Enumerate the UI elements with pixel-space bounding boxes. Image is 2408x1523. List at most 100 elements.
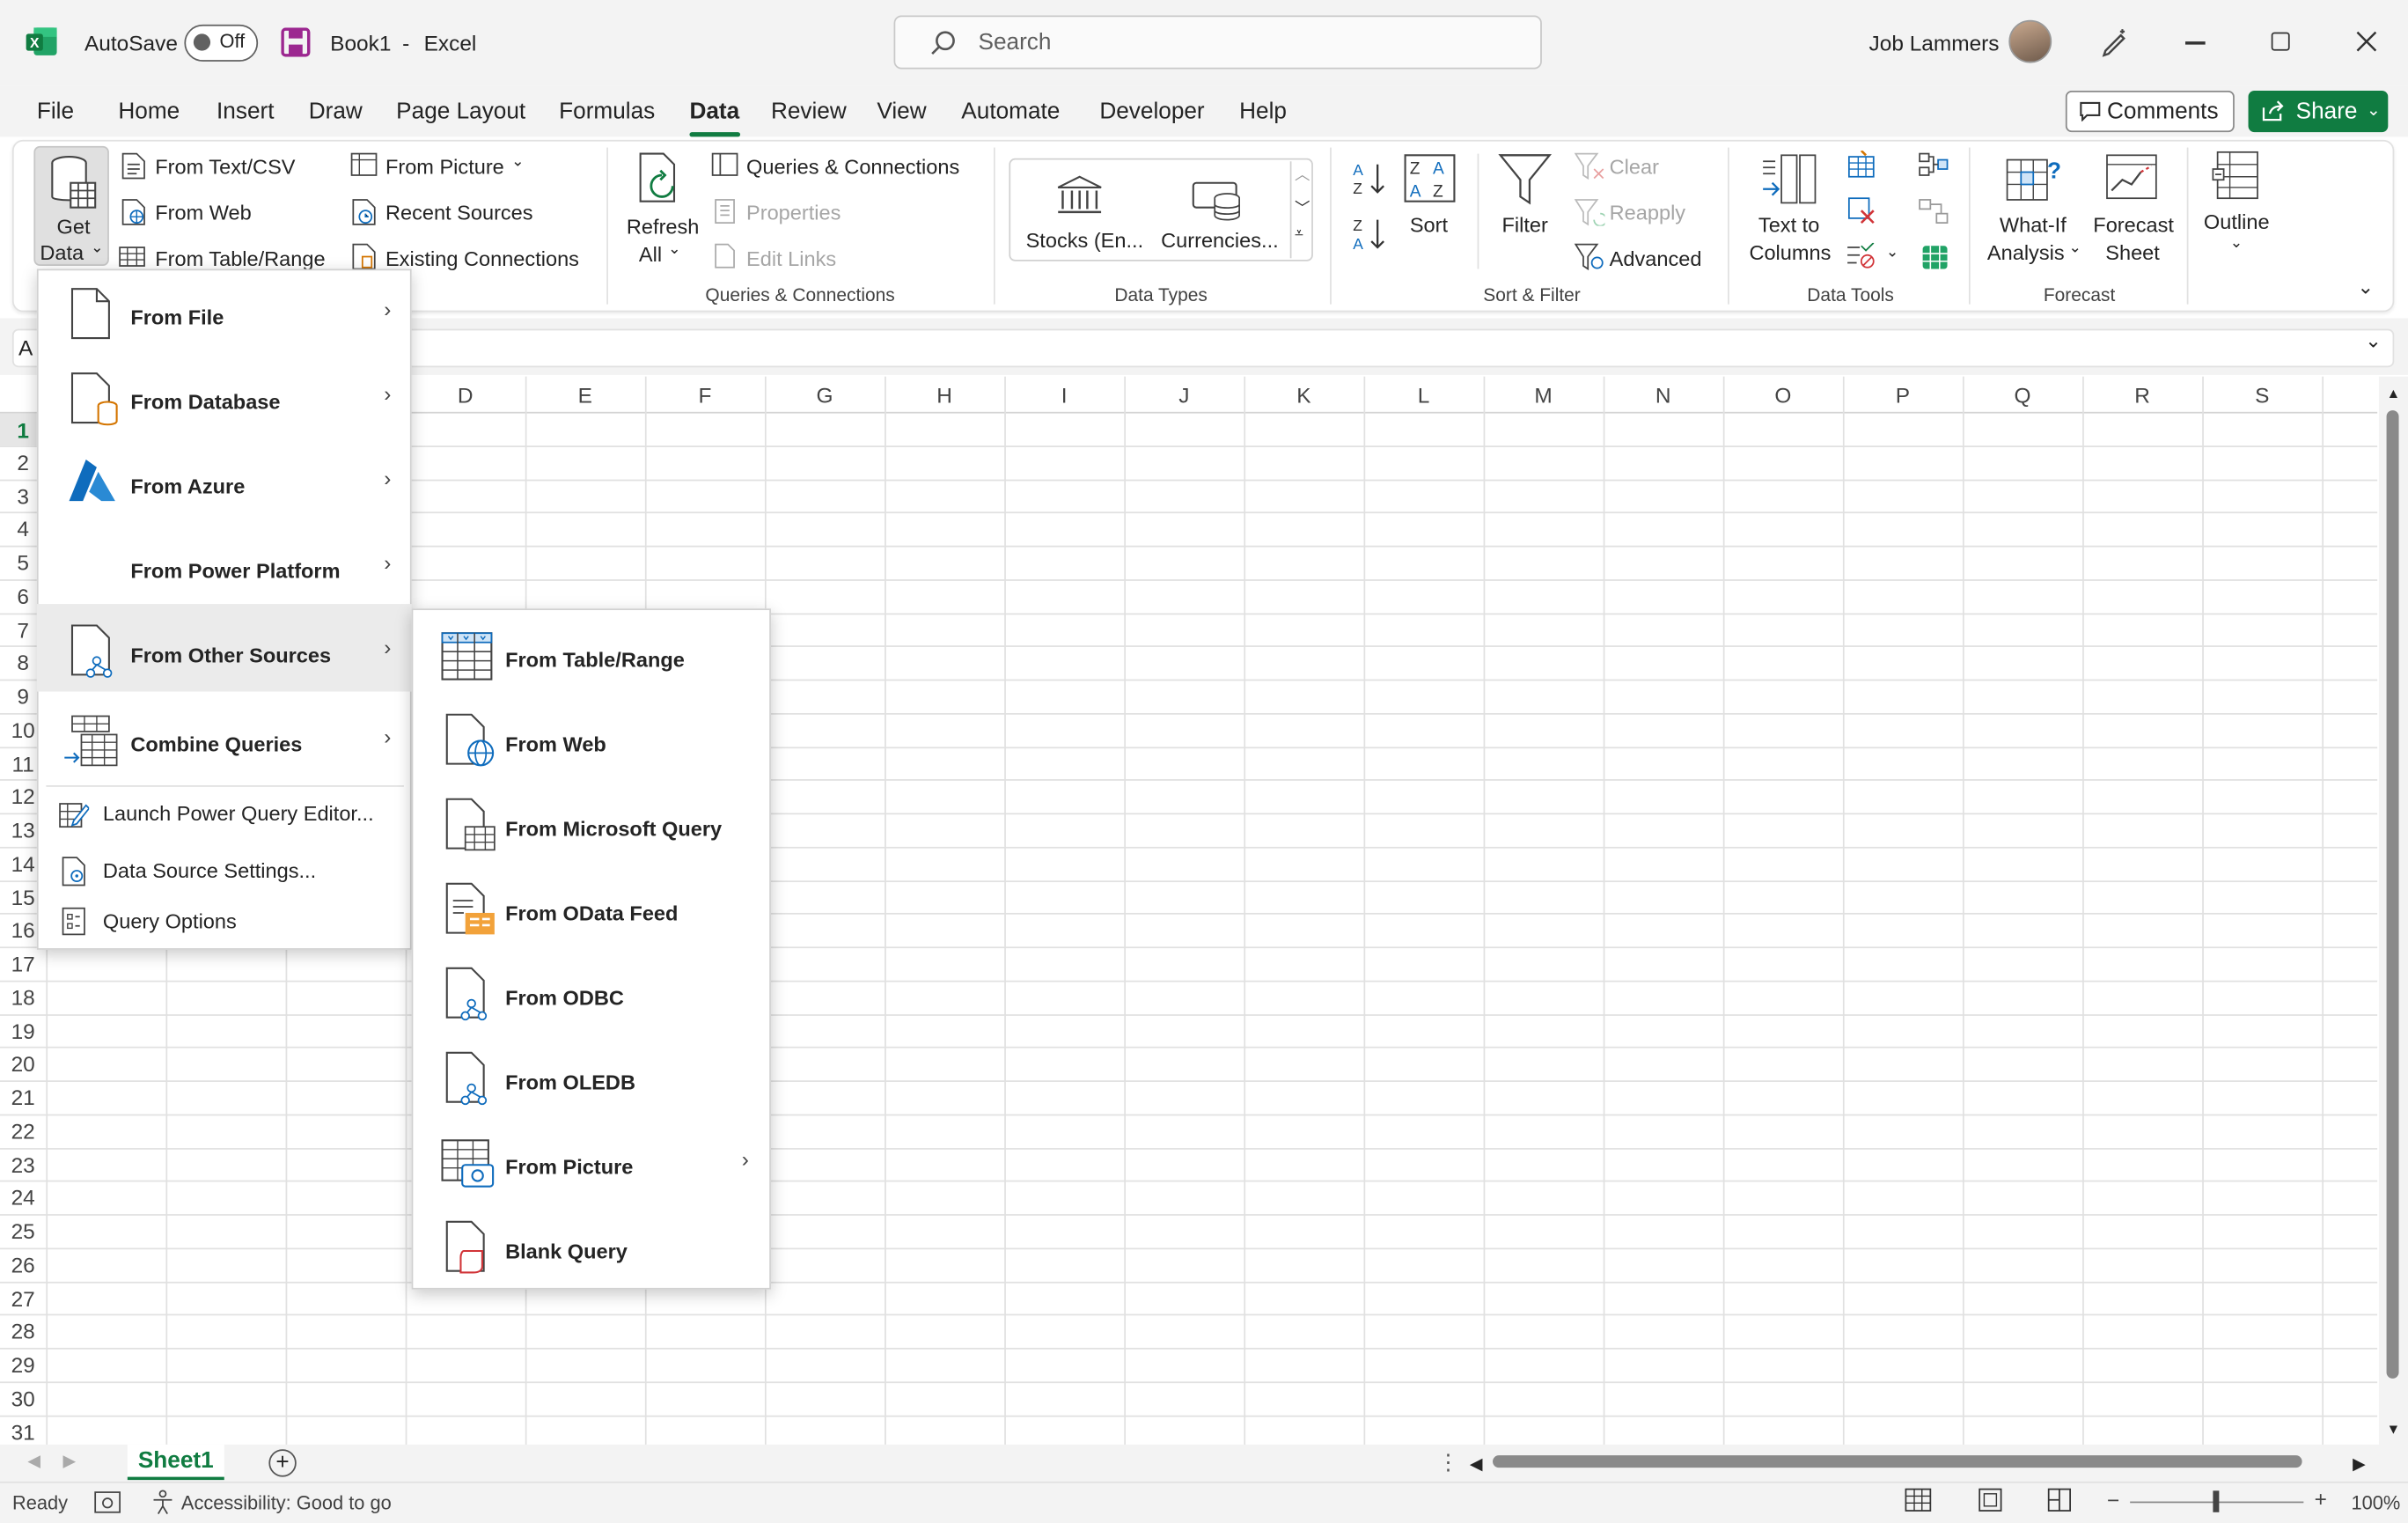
zoom-slider-thumb[interactable] [2213, 1490, 2220, 1512]
row-header-22[interactable]: 22 [3, 1119, 42, 1144]
sort-z-a-icon[interactable]: ZA [1352, 215, 1389, 252]
submenu-item-from-odata-feed[interactable]: From OData Feed [412, 870, 771, 954]
chevron-down-icon[interactable]: ⌄ [668, 241, 681, 258]
scroll-right-icon[interactable]: ▶ [2353, 1453, 2366, 1474]
row-header-24[interactable]: 24 [3, 1185, 42, 1210]
submenu-item-from-odbc[interactable]: From ODBC [412, 954, 771, 1039]
column-header-s[interactable]: S [2247, 383, 2278, 408]
column-header-f[interactable]: F [689, 383, 720, 408]
from-picture-button[interactable]: From Picture [385, 155, 504, 178]
comments-button[interactable]: Comments [2065, 90, 2235, 133]
column-header-h[interactable]: H [929, 383, 960, 408]
refresh-line2[interactable]: All [639, 243, 662, 266]
text-to-columns-line2[interactable]: Columns [1749, 241, 1831, 264]
row-header-23[interactable]: 23 [3, 1151, 42, 1176]
advanced-button[interactable]: Advanced [1610, 247, 1702, 270]
add-sheet-icon[interactable]: + [268, 1449, 297, 1477]
column-header-o[interactable]: O [1767, 383, 1798, 408]
normal-view-icon[interactable] [1905, 1488, 1932, 1512]
avatar[interactable] [2008, 19, 2052, 63]
user-name[interactable]: Job Lammers [1869, 31, 2000, 55]
row-header-28[interactable]: 28 [3, 1319, 42, 1343]
tab-view[interactable]: View [877, 99, 926, 125]
more-options-icon[interactable]: ⋮ [1437, 1449, 1458, 1475]
scroll-down-icon[interactable]: ▼ [2387, 1422, 2401, 1437]
column-header-p[interactable]: P [1887, 383, 1918, 408]
tab-review[interactable]: Review [771, 99, 847, 125]
manage-data-model-icon[interactable] [1920, 243, 1950, 270]
get-data-button[interactable]: Get Data ⌄ [33, 145, 109, 267]
tab-developer[interactable]: Developer [1099, 99, 1204, 125]
menu-item-combine-queries[interactable]: Combine Queries › [37, 701, 412, 785]
search-box[interactable]: Search [893, 15, 1542, 70]
tab-formulas[interactable]: Formulas [559, 99, 655, 125]
copilot-pen-icon[interactable] [2099, 26, 2130, 57]
stocks-button[interactable]: Stocks (En... [1026, 229, 1144, 252]
chevron-down-icon[interactable]: ⌄ [2230, 235, 2243, 252]
next-sheet-icon[interactable]: ▶ [63, 1451, 77, 1471]
zoom-level[interactable]: 100% [2351, 1492, 2400, 1513]
name-box[interactable]: A [18, 335, 33, 360]
row-header-21[interactable]: 21 [3, 1085, 42, 1109]
page-break-view-icon[interactable] [2047, 1488, 2072, 1512]
row-header-19[interactable]: 19 [3, 1019, 42, 1043]
page-layout-view-icon[interactable] [1978, 1488, 2002, 1512]
filter-button[interactable]: Filter [1502, 214, 1548, 237]
prev-sheet-icon[interactable]: ◀ [27, 1451, 40, 1471]
menu-item-from-azure[interactable]: From Azure › [37, 443, 412, 527]
flash-fill-icon[interactable] [1846, 151, 1876, 178]
column-header-i[interactable]: I [1049, 383, 1080, 408]
collapse-ribbon-icon[interactable]: ⌄ [2357, 275, 2374, 299]
existing-connections-button[interactable]: Existing Connections [385, 247, 579, 270]
clear-button[interactable]: Clear [1610, 155, 1659, 178]
row-header-31[interactable]: 31 [3, 1419, 42, 1444]
menu-item-from-power-platform[interactable]: From Power Platform › [37, 527, 412, 612]
tab-automate[interactable]: Automate [961, 99, 1060, 125]
column-header-k[interactable]: K [1288, 383, 1319, 408]
row-header-20[interactable]: 20 [3, 1052, 42, 1077]
tab-draw[interactable]: Draw [309, 99, 363, 125]
chevron-down-icon[interactable]: ⌄ [511, 154, 525, 171]
sort-a-z-icon[interactable]: AZ [1352, 160, 1389, 196]
sort-button[interactable]: Sort [1410, 214, 1448, 237]
restore-icon[interactable] [2271, 32, 2290, 51]
accessibility-icon[interactable] [150, 1490, 177, 1516]
column-header-d[interactable]: D [450, 383, 481, 408]
share-button[interactable]: Share ⌄ [2248, 90, 2389, 133]
submenu-item-from-web[interactable]: From Web [412, 701, 771, 785]
tab-home[interactable]: Home [118, 99, 180, 125]
chevron-down-icon[interactable]: ⌄ [2068, 239, 2081, 256]
minimize-icon[interactable] [2184, 41, 2206, 44]
scroll-left-icon[interactable]: ◀ [1470, 1453, 1483, 1474]
row-header-18[interactable]: 18 [3, 985, 42, 1010]
zoom-in-icon[interactable]: + [2315, 1486, 2327, 1511]
text-to-columns-line1[interactable]: Text to [1758, 214, 1819, 237]
column-header-q[interactable]: Q [2008, 383, 2038, 408]
currencies-button[interactable]: Currencies... [1161, 229, 1279, 252]
relationships-icon[interactable] [1918, 198, 1949, 225]
recent-sources-button[interactable]: Recent Sources [385, 202, 533, 224]
properties-button[interactable]: Properties [746, 202, 841, 224]
from-web-button[interactable]: From Web [155, 202, 252, 224]
column-header-g[interactable]: G [810, 383, 841, 408]
column-header-r[interactable]: R [2127, 383, 2158, 408]
row-header-27[interactable]: 27 [3, 1285, 42, 1310]
column-header-m[interactable]: M [1528, 383, 1559, 408]
save-icon[interactable] [281, 27, 311, 57]
outline-button[interactable]: Outline [2204, 210, 2270, 233]
tab-insert[interactable]: Insert [217, 99, 274, 125]
from-table-range-button[interactable]: From Table/Range [155, 247, 325, 270]
tab-page-layout[interactable]: Page Layout [396, 99, 525, 125]
autosave-toggle[interactable]: Off [184, 24, 259, 62]
row-header-17[interactable]: 17 [3, 952, 42, 976]
row-header-30[interactable]: 30 [3, 1386, 42, 1410]
tab-file[interactable]: File [37, 99, 74, 125]
tab-help[interactable]: Help [1239, 99, 1287, 125]
chevron-down-icon[interactable]: ⌄ [1886, 245, 1899, 261]
reapply-button[interactable]: Reapply [1610, 202, 1685, 224]
sheet-tab-sheet1[interactable]: Sheet1 [127, 1444, 224, 1481]
remove-duplicates-icon[interactable] [1847, 196, 1875, 224]
gallery-scroll[interactable]: ︿ ﹀ ⩡ [1289, 161, 1311, 259]
share-dropdown-icon[interactable]: ⌄ [2367, 91, 2381, 132]
horizontal-scroll-thumb[interactable] [1493, 1455, 2302, 1468]
